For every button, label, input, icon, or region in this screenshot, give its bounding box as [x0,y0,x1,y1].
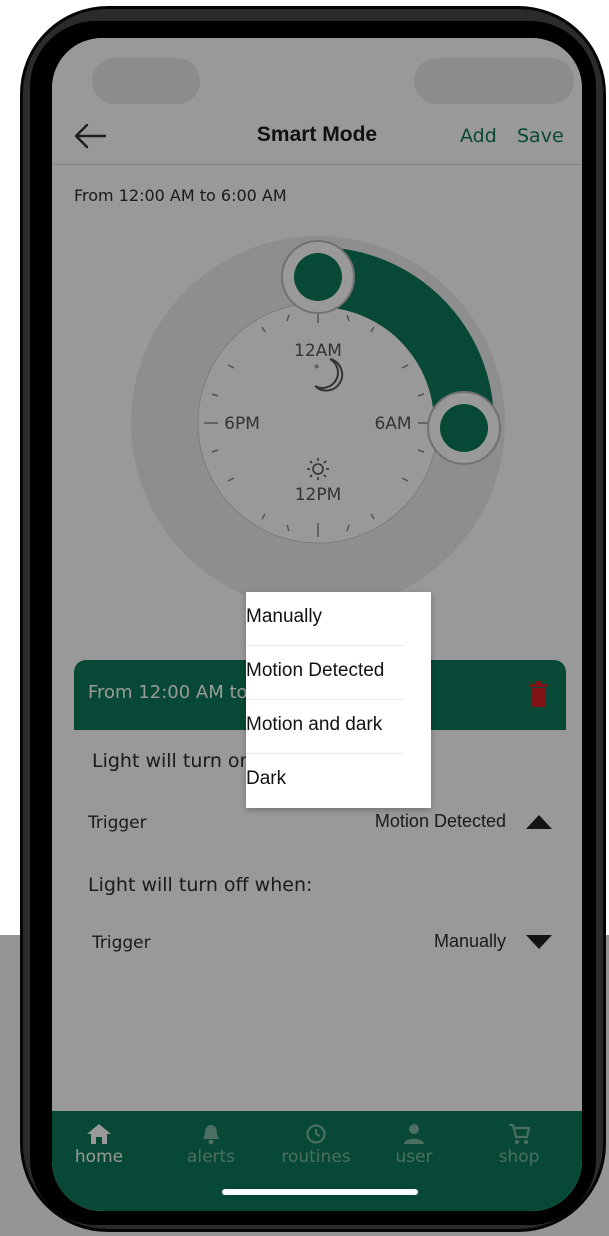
menu-item-motion-and-dark[interactable]: Motion and dark [246,700,431,754]
app-screen: Smart Mode Add Save From 12:00 AM to 6:0… [52,38,582,1211]
menu-item-manually[interactable]: Manually [246,592,431,646]
trigger-dropdown-menu: Manually Motion Detected Motion and dark… [246,592,431,808]
menu-item-dark[interactable]: Dark [246,754,431,808]
home-indicator [222,1189,418,1195]
menu-item-motion-detected[interactable]: Motion Detected [246,646,431,700]
